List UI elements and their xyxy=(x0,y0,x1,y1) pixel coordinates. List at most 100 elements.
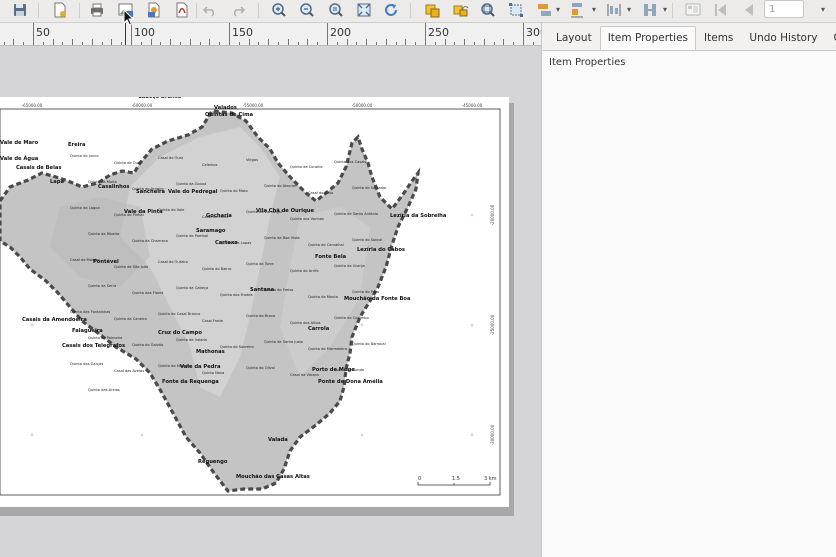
place-label-small: Quinta de Valada xyxy=(176,338,207,342)
map-item[interactable]: -65000.00 -60000.00 -55000.00 -50000.00 -450… xyxy=(0,97,509,507)
place-label-small: Quinta do Freixo xyxy=(264,288,293,292)
place-label: Quintas de Cima xyxy=(205,112,253,118)
ruler-label: 200 xyxy=(330,26,351,39)
lock-icon[interactable] xyxy=(421,0,443,20)
distribute-icon[interactable] xyxy=(567,0,589,20)
dropdown-arrow-icon[interactable]: ▾ xyxy=(663,5,667,14)
place-label-small: Quinta do Alecrim xyxy=(264,184,297,188)
dropdown-arrow-icon[interactable]: ▾ xyxy=(592,5,596,14)
tab-layout[interactable]: Layout xyxy=(548,26,600,50)
place-label-small: Quinta das Lapas xyxy=(220,241,251,245)
dropdown-arrow-icon[interactable]: ▾ xyxy=(821,5,825,14)
ruler-tick xyxy=(356,42,357,45)
ruler-label: 250 xyxy=(428,26,449,39)
ruler-tick xyxy=(386,39,387,45)
place-label-small: Quinta do Mato xyxy=(220,189,248,193)
place-label: Mathonas xyxy=(196,349,225,355)
tab-item-properties[interactable]: Item Properties xyxy=(599,26,697,50)
place-label-small: Quinta da Boa Vista xyxy=(264,236,300,240)
zoom-actual-icon[interactable] xyxy=(325,0,347,20)
place-label-small: Quinta da Moita xyxy=(88,180,117,184)
place-label-small: Casal do Ouro xyxy=(158,156,183,160)
align-icon[interactable] xyxy=(534,0,556,20)
toolbar-separator xyxy=(258,3,259,18)
place-label-small: Quinta da Gouxa xyxy=(176,182,206,186)
tab-undo-history[interactable]: Undo History xyxy=(741,26,825,50)
new-layout-icon[interactable] xyxy=(49,0,71,20)
place-label-small: Quinta do Barrocal xyxy=(352,342,386,346)
export-svg-icon[interactable] xyxy=(143,0,165,20)
ruler-tick xyxy=(396,42,397,45)
toolbar-separator xyxy=(672,3,673,18)
coordinate-label: -30000.00 xyxy=(490,424,495,445)
coordinate-label: -55000.00 xyxy=(243,103,264,108)
zoom-out-icon[interactable] xyxy=(296,0,318,20)
right-panel: LayoutItem PropertiesItemsUndo HistoryGu… xyxy=(541,23,836,557)
place-label-small: Quinta das Flores xyxy=(132,291,164,295)
place-label: Fonte da Requenga xyxy=(162,379,219,385)
ruler-tick xyxy=(288,39,289,45)
ruler-tick xyxy=(513,42,514,45)
mouse-cursor-icon xyxy=(123,9,135,26)
ruler-tick xyxy=(13,39,14,45)
previous-page-icon[interactable] xyxy=(737,0,759,20)
place-label: Casalinhos xyxy=(98,184,130,190)
ruler-tick xyxy=(33,23,34,45)
toolbar-separator xyxy=(38,3,39,18)
zoom-full-icon[interactable] xyxy=(353,0,375,20)
place-label-small: Quinta dos Varinos xyxy=(290,217,324,221)
raise-icon[interactable] xyxy=(603,0,625,20)
place-label: Mouchão da Fonte Boa xyxy=(344,296,411,302)
refresh-icon[interactable] xyxy=(380,0,402,20)
dropdown-arrow-icon[interactable]: ▾ xyxy=(556,5,560,14)
place-label-small: Quinta do Pombal xyxy=(176,234,208,238)
tab-guides[interactable]: Guides xyxy=(826,26,836,50)
place-label-small: Quinta de Santo António xyxy=(334,212,378,216)
place-label: Ereira xyxy=(68,142,86,148)
place-label-small: Quinta do Mourão xyxy=(158,364,190,368)
dropdown-arrow-icon[interactable]: ▾ xyxy=(627,5,631,14)
resize-icon[interactable] xyxy=(505,0,527,20)
ruler-label: 100 xyxy=(134,26,155,39)
first-feature-icon[interactable] xyxy=(682,0,704,20)
tab-items[interactable]: Items xyxy=(696,26,741,50)
place-label-small: Quinta do Sobreiro xyxy=(220,345,254,349)
place-label-small: Quinta do Paço xyxy=(352,290,379,294)
atlas-settings-icon[interactable] xyxy=(639,0,661,20)
unlock-icon[interactable] xyxy=(449,0,471,20)
undo-icon[interactable] xyxy=(199,0,221,20)
ruler-label: 50 xyxy=(36,26,50,39)
place-label-small: Quinta das Areias xyxy=(88,388,120,392)
place-label-small: Quinta das Fontainhas xyxy=(70,310,110,314)
atlas-page-input[interactable]: 1 xyxy=(764,0,804,18)
ruler-tick xyxy=(327,23,328,45)
ruler-tick xyxy=(180,42,181,45)
export-pdf-icon[interactable] xyxy=(171,0,193,20)
ruler-tick xyxy=(435,42,436,45)
save-icon[interactable] xyxy=(9,0,31,20)
place-label: Valada xyxy=(268,437,288,443)
item-properties-panel: Item Properties xyxy=(542,51,836,557)
place-label: Falagueira xyxy=(72,328,103,334)
ruler-tick xyxy=(141,42,142,45)
place-label: Carrola xyxy=(308,326,330,332)
redo-icon[interactable] xyxy=(227,0,249,20)
place-label-small: Casal das Aveias xyxy=(114,369,144,373)
place-label-small: Quinta da Charneca xyxy=(132,239,168,243)
place-label-small: Quinta do Galvão xyxy=(132,343,163,347)
layout-canvas[interactable]: -65000.00 -60000.00 -55000.00 -50000.00 -450… xyxy=(0,46,541,557)
ruler-tick xyxy=(503,39,504,45)
ruler-tick xyxy=(249,39,250,45)
toolbar-separator xyxy=(79,3,80,18)
horizontal-ruler[interactable]: 50 100 150 200 250 300 xyxy=(0,23,541,46)
previous-feature-icon[interactable] xyxy=(709,0,731,20)
ruler-tick xyxy=(43,42,44,45)
place-label-small: Quinta do Arneiro xyxy=(132,187,164,191)
place-label-small: Quinta de Ouro xyxy=(114,161,141,165)
zoom-in-icon[interactable] xyxy=(268,0,290,20)
print-icon[interactable] xyxy=(86,0,108,20)
select-icon[interactable] xyxy=(477,0,499,20)
place-label-small: Quinta de São João xyxy=(114,265,148,269)
ruler-tick xyxy=(111,39,112,45)
place-label-small: Quinta do Carvalhal xyxy=(308,243,344,247)
